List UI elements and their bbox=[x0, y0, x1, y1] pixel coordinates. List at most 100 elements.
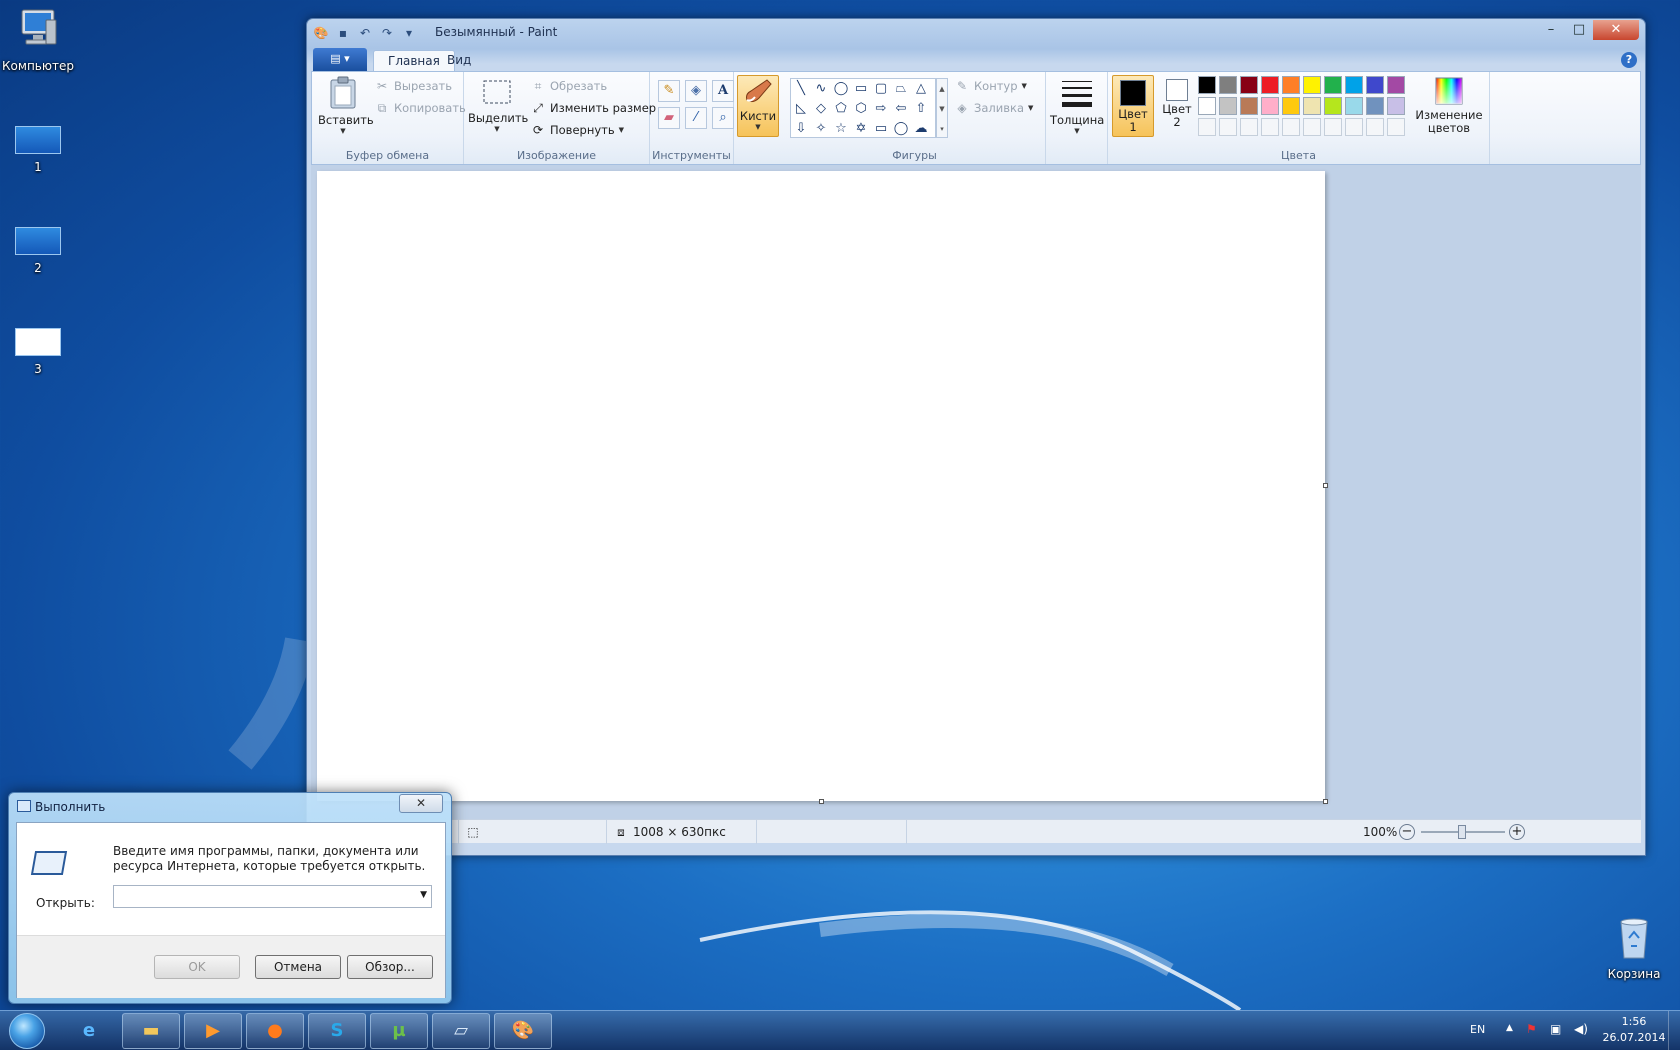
taskbar-utorrent[interactable]: µ bbox=[370, 1013, 428, 1049]
taskbar-run[interactable]: ▱ bbox=[432, 1013, 490, 1049]
palette-color-swatch[interactable] bbox=[1345, 97, 1363, 115]
palette-empty-slot[interactable] bbox=[1219, 118, 1237, 136]
chevron-down-icon[interactable]: ▼ bbox=[420, 890, 427, 900]
color-picker-icon[interactable]: ⁄ bbox=[685, 107, 707, 129]
color1-button[interactable]: Цвет 1 bbox=[1112, 75, 1154, 137]
taskbar-ie[interactable]: e bbox=[60, 1013, 118, 1049]
palette-empty-slot[interactable] bbox=[1198, 118, 1216, 136]
taskbar-firefox[interactable]: ● bbox=[246, 1013, 304, 1049]
palette-color-swatch[interactable] bbox=[1282, 76, 1300, 94]
shapes-scroll[interactable]: ▲ ▼ ▾ bbox=[936, 78, 948, 138]
help-icon[interactable]: ? bbox=[1621, 52, 1637, 68]
pencil-icon[interactable]: ✎ bbox=[658, 80, 680, 102]
hexagon-shape-icon[interactable]: ⬡ bbox=[851, 99, 871, 119]
palette-empty-slot[interactable] bbox=[1261, 118, 1279, 136]
palette-empty-slot[interactable] bbox=[1345, 118, 1363, 136]
star4-shape-icon[interactable]: ✧ bbox=[811, 119, 831, 139]
volume-icon[interactable]: ◀) bbox=[1574, 1022, 1588, 1036]
rounded-rectangle-shape-icon[interactable]: ▢ bbox=[871, 79, 891, 99]
star6-shape-icon[interactable]: ✡ bbox=[851, 119, 871, 139]
edit-colors-button[interactable]: Изменение цветов bbox=[1414, 76, 1484, 135]
palette-color-swatch[interactable] bbox=[1240, 97, 1258, 115]
palette-color-swatch[interactable] bbox=[1219, 97, 1237, 115]
palette-color-swatch[interactable] bbox=[1219, 76, 1237, 94]
palette-color-swatch[interactable] bbox=[1324, 76, 1342, 94]
right-triangle-shape-icon[interactable]: ◺ bbox=[791, 99, 811, 119]
palette-color-swatch[interactable] bbox=[1261, 76, 1279, 94]
paint-app-icon[interactable]: 🎨 bbox=[313, 25, 329, 41]
fill-bucket-icon[interactable]: ◈ bbox=[685, 80, 707, 102]
cut-button[interactable]: ✂ Вырезать bbox=[374, 78, 452, 94]
open-input[interactable] bbox=[114, 886, 409, 907]
paint-titlebar[interactable]: 🎨 ▪ ↶ ↷ ▾ Безымянный - Paint – □ ✕ bbox=[307, 19, 1645, 47]
action-center-icon[interactable]: ⚑ bbox=[1526, 1022, 1537, 1036]
browse-button[interactable]: Обзор... bbox=[347, 955, 433, 979]
crop-button[interactable]: ⌗ Обрезать bbox=[530, 78, 608, 94]
palette-color-swatch[interactable] bbox=[1366, 97, 1384, 115]
desktop-icon-computer[interactable]: Компьютер bbox=[0, 8, 78, 73]
select-button[interactable]: Выделить ▼ bbox=[468, 76, 528, 133]
taskbar-skype[interactable]: S bbox=[308, 1013, 366, 1049]
zoom-in-button[interactable]: + bbox=[1509, 824, 1525, 840]
redo-icon[interactable]: ↷ bbox=[379, 25, 395, 41]
size-button[interactable]: Толщина ▼ bbox=[1050, 76, 1104, 135]
taskbar-paint[interactable]: 🎨 bbox=[494, 1013, 552, 1049]
star5-shape-icon[interactable]: ☆ bbox=[831, 119, 851, 139]
rectangle-shape-icon[interactable]: ▭ bbox=[851, 79, 871, 99]
close-button[interactable]: ✕ bbox=[1593, 20, 1639, 40]
cancel-button[interactable]: Отмена bbox=[255, 955, 341, 979]
palette-color-swatch[interactable] bbox=[1345, 76, 1363, 94]
desktop-icon-1[interactable]: 1 bbox=[0, 126, 78, 174]
palette-empty-slot[interactable] bbox=[1366, 118, 1384, 136]
copy-button[interactable]: ⧉ Копировать bbox=[374, 100, 466, 116]
arrow-right-shape-icon[interactable]: ⇨ bbox=[871, 99, 891, 119]
oval-shape-icon[interactable]: ◯ bbox=[831, 79, 851, 99]
network-icon[interactable]: ▣ bbox=[1550, 1022, 1561, 1036]
palette-color-swatch[interactable] bbox=[1366, 76, 1384, 94]
eraser-icon[interactable]: ▰ bbox=[658, 107, 680, 129]
resize-handle-right[interactable] bbox=[1323, 483, 1328, 488]
pentagon-shape-icon[interactable]: ⬠ bbox=[831, 99, 851, 119]
color2-button[interactable]: Цвет 2 bbox=[1156, 75, 1198, 137]
callout-cloud-shape-icon[interactable]: ☁ bbox=[911, 119, 931, 139]
palette-empty-slot[interactable] bbox=[1324, 118, 1342, 136]
palette-empty-slot[interactable] bbox=[1387, 118, 1405, 136]
show-hidden-icons[interactable]: ▲ bbox=[1506, 1023, 1513, 1033]
resize-handle-corner[interactable] bbox=[1323, 799, 1328, 804]
show-desktop-button[interactable] bbox=[1668, 1011, 1680, 1050]
palette-color-swatch[interactable] bbox=[1387, 97, 1405, 115]
resize-handle-bottom[interactable] bbox=[819, 799, 824, 804]
arrow-up-shape-icon[interactable]: ⇧ bbox=[911, 99, 931, 119]
palette-empty-slot[interactable] bbox=[1303, 118, 1321, 136]
palette-color-swatch[interactable] bbox=[1303, 97, 1321, 115]
resize-button[interactable]: ⤢ Изменить размер bbox=[530, 100, 656, 116]
line-shape-icon[interactable]: ╲ bbox=[791, 79, 811, 99]
palette-empty-slot[interactable] bbox=[1282, 118, 1300, 136]
undo-icon[interactable]: ↶ bbox=[357, 25, 373, 41]
arrow-down-shape-icon[interactable]: ⇩ bbox=[791, 119, 811, 139]
minimize-button[interactable]: – bbox=[1537, 20, 1565, 40]
desktop-icon-recycle-bin[interactable]: Корзина bbox=[1594, 914, 1674, 981]
callout-oval-shape-icon[interactable]: ◯ bbox=[891, 119, 911, 139]
palette-color-swatch[interactable] bbox=[1261, 97, 1279, 115]
palette-color-swatch[interactable] bbox=[1303, 76, 1321, 94]
palette-color-swatch[interactable] bbox=[1282, 97, 1300, 115]
desktop-icon-2[interactable]: 2 bbox=[0, 227, 78, 275]
run-close-button[interactable]: ✕ bbox=[399, 794, 443, 813]
triangle-shape-icon[interactable]: △ bbox=[911, 79, 931, 99]
arrow-left-shape-icon[interactable]: ⇦ bbox=[891, 99, 911, 119]
file-menu-button[interactable]: ▤ ▾ bbox=[313, 48, 367, 71]
callout-rect-shape-icon[interactable]: ▭ bbox=[871, 119, 891, 139]
zoom-out-button[interactable]: − bbox=[1399, 824, 1415, 840]
palette-color-swatch[interactable] bbox=[1198, 97, 1216, 115]
maximize-button[interactable]: □ bbox=[1565, 20, 1593, 40]
fill-button[interactable]: ◈ Заливка ▼ bbox=[954, 100, 1033, 116]
outline-button[interactable]: ✎ Контур ▼ bbox=[954, 78, 1027, 94]
drawing-canvas[interactable] bbox=[317, 171, 1325, 801]
start-button[interactable] bbox=[4, 1012, 50, 1050]
curve-shape-icon[interactable]: ∿ bbox=[811, 79, 831, 99]
clock[interactable]: 1:56 26.07.2014 bbox=[1602, 1014, 1666, 1046]
language-indicator[interactable]: EN bbox=[1470, 1023, 1485, 1036]
diamond-shape-icon[interactable]: ◇ bbox=[811, 99, 831, 119]
palette-color-swatch[interactable] bbox=[1240, 76, 1258, 94]
